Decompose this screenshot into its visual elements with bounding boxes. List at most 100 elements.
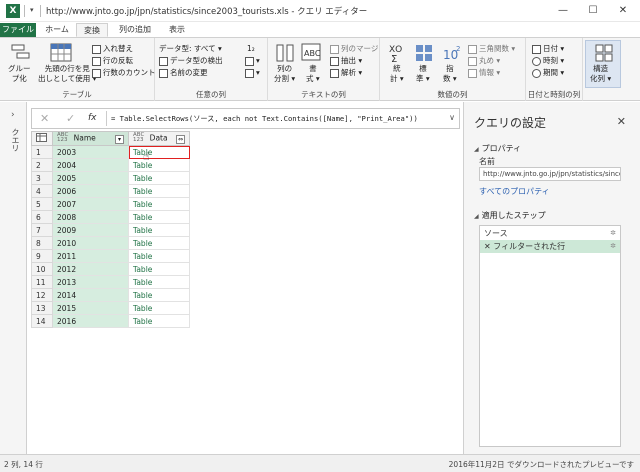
tab-file[interactable]: ファイル xyxy=(0,23,36,37)
table-row[interactable]: 9 2011 Table xyxy=(31,249,190,263)
table-row[interactable]: 7 2009 Table xyxy=(31,223,190,237)
information-button[interactable]: 情報 ▾ xyxy=(468,68,500,78)
properties-section-header[interactable]: ◢ プロパティ xyxy=(474,143,521,154)
table-row[interactable]: 14 2016 Table xyxy=(31,314,190,328)
close-window-button[interactable]: ✕ xyxy=(608,2,638,20)
grid-corner-select-all[interactable] xyxy=(31,131,53,146)
commit-formula-icon[interactable]: ✓ xyxy=(66,112,75,125)
extract-button[interactable]: 抽出 ▾ xyxy=(330,56,362,66)
split-column-button[interactable]: 列の 分割 ▾ xyxy=(274,64,295,84)
name-cell[interactable]: 2015 xyxy=(52,301,129,315)
gear-icon[interactable]: ✲ xyxy=(610,240,616,253)
row-number[interactable]: 8 xyxy=(31,236,53,250)
table-link-cell[interactable]: Table xyxy=(128,145,190,159)
table-link-cell[interactable]: Table xyxy=(128,223,190,237)
gear-icon[interactable]: ✲ xyxy=(610,227,616,240)
expand-formula-bar-icon[interactable]: ∨ xyxy=(449,113,455,122)
data-type-dropdown[interactable]: データ型: すべて ▾ xyxy=(159,44,222,54)
table-row[interactable]: 8 2010 Table xyxy=(31,236,190,250)
fx-icon[interactable]: fx xyxy=(88,113,97,123)
row-number[interactable]: 9 xyxy=(31,249,53,263)
row-number[interactable]: 12 xyxy=(31,288,53,302)
name-cell[interactable]: 2006 xyxy=(52,184,129,198)
name-cell[interactable]: 2007 xyxy=(52,197,129,211)
table-row[interactable]: 1 2003 Table xyxy=(31,145,190,159)
merge-columns-button[interactable]: 列のマージ xyxy=(330,44,378,54)
transpose-button[interactable]: 入れ替え xyxy=(92,44,133,54)
column-header-data[interactable]: ABC 123 Data ⇔ xyxy=(128,131,190,146)
table-row[interactable]: 6 2008 Table xyxy=(31,210,190,224)
replace-values-button[interactable]: 1₂ xyxy=(247,44,255,54)
name-cell[interactable]: 2010 xyxy=(52,236,129,250)
duration-button[interactable]: 期間 ▾ xyxy=(532,68,564,78)
reverse-rows-button[interactable]: 行の反転 xyxy=(92,56,133,66)
table-row[interactable]: 3 2005 Table xyxy=(31,171,190,185)
cancel-formula-icon[interactable]: ✕ xyxy=(40,112,49,125)
applied-steps-section-header[interactable]: ◢ 適用したステップ xyxy=(474,210,546,221)
table-link-cell[interactable]: Table xyxy=(128,314,190,328)
table-link-cell[interactable]: Table xyxy=(128,171,190,185)
name-cell[interactable]: 2004 xyxy=(52,158,129,172)
name-cell[interactable]: 2005 xyxy=(52,171,129,185)
table-link-cell[interactable]: Table xyxy=(128,249,190,263)
maximize-button[interactable]: ☐ xyxy=(578,2,608,20)
table-row[interactable]: 11 2013 Table xyxy=(31,275,190,289)
step-source[interactable]: ソース ✲ xyxy=(480,227,620,240)
rename-button[interactable]: 名前の変更 xyxy=(159,68,208,78)
table-link-cell[interactable]: Table xyxy=(128,262,190,276)
row-number[interactable]: 3 xyxy=(31,171,53,185)
format-button[interactable]: 書 式 ▾ xyxy=(306,64,320,84)
table-row[interactable]: 5 2007 Table xyxy=(31,197,190,211)
standard-button[interactable]: 標 準 ▾ xyxy=(416,64,430,84)
minimize-button[interactable]: — xyxy=(548,2,578,20)
move-button[interactable]: ▾ xyxy=(245,68,260,78)
table-link-cell[interactable]: Table xyxy=(128,158,190,172)
time-button[interactable]: 時刻 ▾ xyxy=(532,56,564,66)
quick-access-dropdown-icon[interactable]: ▾ xyxy=(30,6,34,14)
table-link-cell[interactable]: Table xyxy=(128,275,190,289)
count-rows-button[interactable]: 行数のカウント xyxy=(92,68,156,78)
rounding-button[interactable]: 丸め ▾ xyxy=(468,56,500,66)
tab-transform[interactable]: 変換 xyxy=(76,23,108,37)
scientific-button[interactable]: 指 数 ▾ xyxy=(443,64,457,84)
table-link-cell[interactable]: Table xyxy=(128,301,190,315)
name-cell[interactable]: 2012 xyxy=(52,262,129,276)
close-settings-icon[interactable]: ✕ xyxy=(617,115,626,128)
fill-button[interactable]: ▾ xyxy=(245,56,260,66)
tab-view[interactable]: 表示 xyxy=(162,23,192,37)
table-row[interactable]: 4 2006 Table xyxy=(31,184,190,198)
table-row[interactable]: 10 2012 Table xyxy=(31,262,190,276)
name-cell[interactable]: 2009 xyxy=(52,223,129,237)
group-by-button[interactable]: グルー プ化 xyxy=(8,64,31,84)
row-number[interactable]: 11 xyxy=(31,275,53,289)
expand-column-icon[interactable]: ⇔ xyxy=(176,135,185,144)
date-button[interactable]: 日付 ▾ xyxy=(532,44,564,54)
row-number[interactable]: 1 xyxy=(31,145,53,159)
tab-add-column[interactable]: 列の追加 xyxy=(110,23,160,37)
statistics-button[interactable]: 統 計 ▾ xyxy=(390,64,404,84)
detect-data-type-button[interactable]: データ型の検出 xyxy=(159,56,223,66)
name-cell[interactable]: 2011 xyxy=(52,249,129,263)
structured-column-button[interactable]: 構造 化列 ▾ xyxy=(585,40,621,88)
filter-dropdown-icon[interactable]: ▾ xyxy=(115,135,124,144)
row-number[interactable]: 4 xyxy=(31,184,53,198)
name-cell[interactable]: 2016 xyxy=(52,314,129,328)
all-properties-link[interactable]: すべてのプロパティ xyxy=(479,186,550,197)
table-row[interactable]: 13 2015 Table xyxy=(31,301,190,315)
row-number[interactable]: 10 xyxy=(31,262,53,276)
name-cell[interactable]: 2008 xyxy=(52,210,129,224)
queries-pane-collapsed[interactable]: › クエリ xyxy=(0,102,27,454)
row-number[interactable]: 7 xyxy=(31,223,53,237)
tab-home[interactable]: ホーム xyxy=(40,23,74,37)
trigonometry-button[interactable]: 三角関数 ▾ xyxy=(468,44,515,54)
name-cell[interactable]: 2013 xyxy=(52,275,129,289)
parse-button[interactable]: 解析 ▾ xyxy=(330,68,362,78)
table-link-cell[interactable]: Table xyxy=(128,236,190,250)
formula-input[interactable]: = Table.SelectRows(ソース, each not Text.Co… xyxy=(111,114,418,124)
table-row[interactable]: 12 2014 Table xyxy=(31,288,190,302)
row-number[interactable]: 5 xyxy=(31,197,53,211)
row-number[interactable]: 2 xyxy=(31,158,53,172)
table-link-cell[interactable]: Table xyxy=(128,197,190,211)
table-link-cell[interactable]: Table xyxy=(128,210,190,224)
row-number[interactable]: 13 xyxy=(31,301,53,315)
